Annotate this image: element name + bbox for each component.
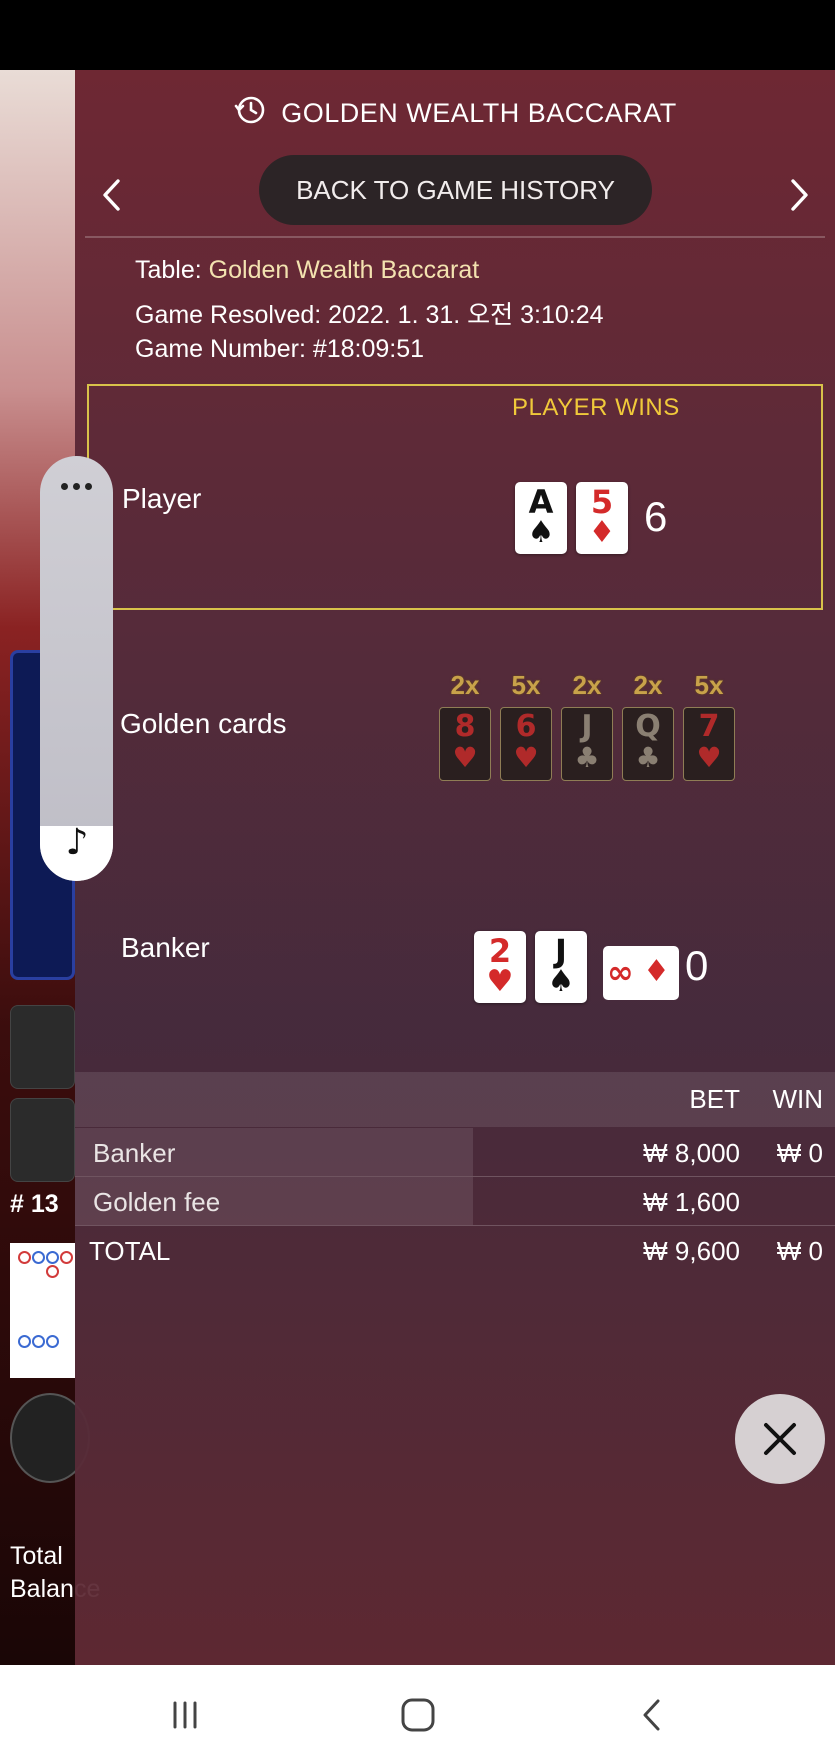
recent-apps-button[interactable] [155, 1693, 215, 1737]
resolved-label: Game Resolved: [135, 301, 322, 329]
golden-multiplier: 5x [511, 670, 541, 700]
table-value: Golden Wealth Baccarat [208, 256, 480, 284]
banker-score: 0 [685, 942, 709, 989]
card-rank: Q [635, 709, 661, 744]
spade-icon: ♠ [527, 515, 555, 550]
banker-card: 2 ♥ [474, 931, 526, 1003]
previous-game-button[interactable] [86, 170, 136, 220]
card-rank: 8 [454, 709, 476, 744]
banker-side-card: ∞ ♦ [603, 946, 679, 1000]
heart-icon: ♥ [452, 741, 478, 774]
system-navigation-bar [0, 1665, 835, 1763]
table-info: Table: Golden Wealth Baccarat [135, 256, 479, 285]
status-bar [0, 0, 835, 70]
golden-card: 8 ♥ [439, 707, 491, 781]
golden-multiplier: 5x [694, 670, 724, 700]
club-icon: ♣ [574, 741, 600, 774]
resolved-info: Game Resolved: 2022. 1. 31. 오전 3:10:24 [135, 295, 604, 331]
close-button[interactable] [735, 1394, 825, 1484]
diamond-icon: ♦ [643, 954, 670, 989]
infinity-icon: ∞ [607, 953, 634, 991]
chevron-right-icon [791, 179, 808, 211]
player-card: 5 ♦ [576, 482, 628, 554]
golden-card: J ♣ [561, 707, 613, 781]
table-label: Table: [135, 256, 202, 284]
win-amount: ₩ 0 [776, 1138, 823, 1168]
back-button[interactable] [622, 1693, 682, 1737]
next-game-button[interactable] [775, 170, 825, 220]
music-note-icon[interactable]: ♪ [58, 818, 96, 868]
heart-icon: ♥ [486, 964, 514, 999]
golden-multiplier: 2x [450, 670, 480, 700]
panel-header: GOLDEN WEALTH BACCARAT [75, 88, 835, 138]
spade-icon: ♠ [547, 964, 575, 999]
card-rank: 7 [698, 709, 720, 744]
back-to-history-button[interactable]: BACK TO GAME HISTORY [259, 155, 652, 225]
recent-apps-icon [173, 1701, 197, 1729]
background-round-number: # 13 [10, 1190, 59, 1218]
bet-column-header: BET [689, 1084, 740, 1114]
header-divider [85, 236, 825, 238]
total-win: ₩ 0 [776, 1236, 823, 1266]
outcome-label: PLAYER WINS [512, 394, 680, 421]
bet-label: Golden fee [93, 1187, 221, 1217]
more-icon[interactable] [40, 466, 113, 506]
win-column-header: WIN [772, 1084, 823, 1114]
total-row: TOTAL ₩ 9,600 ₩ 0 [75, 1226, 835, 1274]
table-row: Golden fee ₩ 1,600 [75, 1177, 835, 1226]
diamond-icon: ♦ [588, 515, 616, 550]
banker-card: J ♠ [535, 931, 587, 1003]
golden-card: Q ♣ [622, 707, 674, 781]
player-score: 6 [644, 493, 668, 540]
page-title: GOLDEN WEALTH BACCARAT [281, 97, 677, 128]
resolved-value: 2022. 1. 31. 오전 3:10:24 [328, 301, 604, 329]
bets-table-header: BET WIN [75, 1072, 835, 1127]
history-icon [233, 93, 267, 134]
total-label: TOTAL [89, 1236, 171, 1266]
golden-multiplier: 2x [572, 670, 602, 700]
bet-amount: ₩ 8,000 [643, 1138, 740, 1168]
player-card: A ♠ [515, 482, 567, 554]
home-icon [401, 1698, 435, 1732]
card-rank: 6 [515, 709, 537, 744]
banker-label: Banker [121, 932, 210, 963]
game-number-info: Game Number: #18:09:51 [135, 335, 424, 364]
heart-icon: ♥ [513, 741, 539, 774]
bet-label: Banker [93, 1138, 176, 1168]
golden-multiplier: 2x [633, 670, 663, 700]
bet-amount: ₩ 1,600 [643, 1187, 740, 1217]
chevron-left-icon [103, 179, 120, 211]
total-bet: ₩ 9,600 [643, 1236, 740, 1266]
club-icon: ♣ [635, 741, 661, 774]
background-button [10, 1005, 75, 1089]
golden-card: 6 ♥ [500, 707, 552, 781]
golden-card: 7 ♥ [683, 707, 735, 781]
heart-icon: ♥ [696, 741, 722, 774]
game-history-panel: GOLDEN WEALTH BACCARAT BACK TO GAME HIST… [75, 70, 835, 1665]
golden-cards-label: Golden cards [120, 708, 287, 739]
player-label: Player [122, 483, 202, 514]
game-number-value: #18:09:51 [312, 335, 425, 363]
card-rank: J [581, 709, 593, 744]
background-roadmap [10, 1243, 75, 1378]
background-button [10, 1098, 75, 1182]
floating-side-panel[interactable]: ♪ [40, 456, 113, 881]
game-number-label: Game Number: [135, 335, 306, 363]
table-row: Banker ₩ 8,000 ₩ 0 [75, 1128, 835, 1177]
back-icon [643, 1699, 660, 1731]
home-button[interactable] [388, 1693, 448, 1737]
close-icon [764, 1423, 796, 1455]
